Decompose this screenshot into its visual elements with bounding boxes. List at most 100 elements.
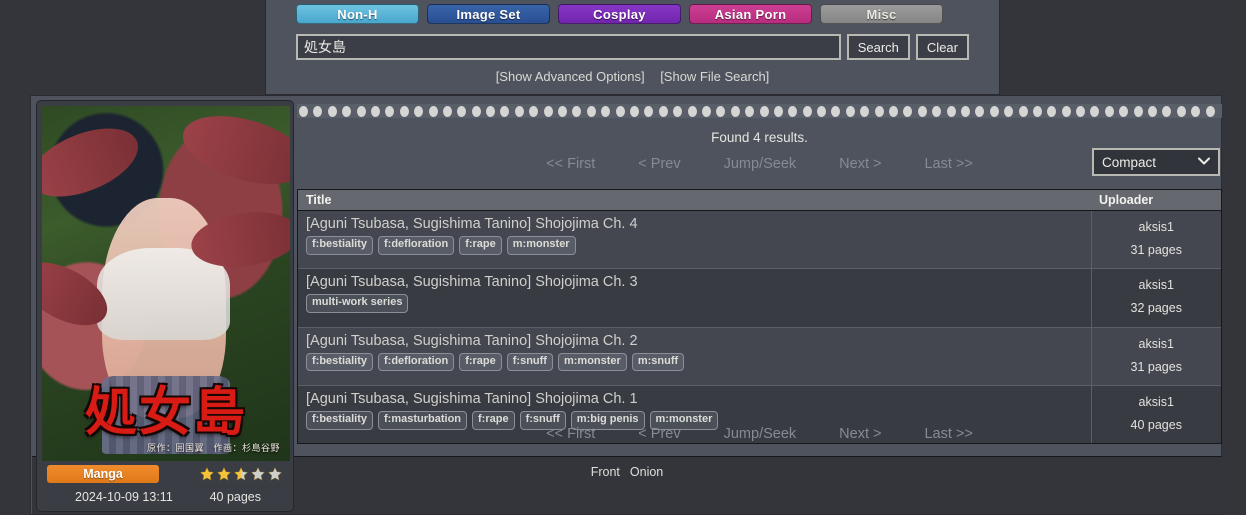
gallery-title-link[interactable]: [Aguni Tsubasa, Sugishima Tanino] Shojoj…: [306, 216, 1083, 232]
uploader-link[interactable]: aksis1: [1100, 333, 1214, 356]
star-icon[interactable]: [216, 466, 232, 482]
decorative-dot: [1018, 105, 1028, 117]
decorative-dot: [759, 105, 769, 117]
tag-list: f:bestiality f:defloration f:rape f:snuff m:…: [306, 352, 1083, 372]
star-icon[interactable]: [233, 466, 249, 482]
decorative-dot: [442, 105, 452, 117]
decorative-dot: [385, 105, 395, 117]
show-advanced-options-link[interactable]: [Show Advanced Options]: [496, 69, 645, 84]
search-button[interactable]: Search: [846, 34, 910, 60]
page-jump-top[interactable]: Jump/Seek: [724, 156, 797, 172]
gallery-title-link[interactable]: [Aguni Tsubasa, Sugishima Tanino] Shojoj…: [306, 333, 1083, 349]
footer-link[interactable]: Onion: [630, 465, 663, 479]
category-button-non-h[interactable]: Non-H: [296, 4, 419, 24]
decorative-dot: [716, 105, 726, 117]
table-row[interactable]: [Aguni Tsubasa, Sugishima Tanino] Shojoj…: [298, 268, 1221, 327]
decorative-dot: [370, 105, 380, 117]
category-button-asian-porn[interactable]: Asian Porn: [689, 4, 812, 24]
decorative-dot: [356, 105, 366, 117]
page-next-top[interactable]: Next >: [839, 156, 881, 172]
decorative-dot: [773, 105, 783, 117]
page-count-label: 40 pages: [209, 490, 261, 504]
chevron-down-icon: [1198, 156, 1210, 168]
footer-link[interactable]: Front: [591, 465, 620, 479]
page-jump-bottom[interactable]: Jump/Seek: [724, 426, 797, 442]
category-button-row: Non-H Image Set Cosplay Asian Porn Misc: [266, 0, 999, 24]
category-button-misc[interactable]: Misc: [820, 4, 943, 24]
table-row[interactable]: [Aguni Tsubasa, Sugishima Tanino] Shojoj…: [298, 326, 1221, 386]
decorative-dot: [1061, 105, 1071, 117]
category-button-cosplay[interactable]: Cosplay: [558, 4, 681, 24]
decorative-dot: [673, 105, 683, 117]
cover-credit-text: 原作：囲国翼 作画：杉島谷野: [146, 444, 280, 454]
page-first-bottom[interactable]: << First: [546, 426, 595, 442]
decorative-dot: [917, 105, 927, 117]
cell-uploader: aksis1 32 pages: [1090, 268, 1221, 327]
tag-pill[interactable]: m:monster: [506, 236, 576, 255]
decorative-dot: [701, 105, 711, 117]
page-first-top[interactable]: << First: [546, 156, 595, 172]
gallery-title-link[interactable]: [Aguni Tsubasa, Sugishima Tanino] Shojoj…: [306, 391, 1083, 407]
upload-date: 2024-10-09 13:11: [75, 490, 173, 504]
column-header-title[interactable]: Title: [298, 190, 1091, 211]
row-page-count: 32 pages: [1130, 301, 1182, 316]
gallery-preview-card[interactable]: 処女島 原作：囲国翼 作画：杉島谷野 Manga 2024-10-09 13:1…: [36, 100, 294, 512]
decorative-dot: [428, 105, 438, 117]
decorative-dot: [831, 105, 841, 117]
tag-pill[interactable]: m:snuff: [631, 352, 685, 372]
show-file-search-link[interactable]: [Show File Search]: [660, 69, 769, 84]
decorative-dot: [845, 105, 855, 117]
decorative-dot: [989, 105, 999, 117]
uploader-link[interactable]: aksis1: [1100, 391, 1214, 414]
tag-pill[interactable]: f:rape: [459, 352, 502, 372]
decorative-dot: [658, 105, 668, 117]
decorative-dot: [457, 105, 467, 117]
tag-pill[interactable]: multi-work series: [306, 294, 409, 313]
page-prev-bottom[interactable]: < Prev: [638, 426, 680, 442]
star-icon[interactable]: [199, 466, 215, 482]
decorative-dot: [586, 105, 596, 117]
page-last-bottom[interactable]: Last >>: [924, 426, 972, 442]
uploader-link[interactable]: aksis1: [1100, 274, 1214, 297]
column-header-uploader[interactable]: Uploader: [1091, 190, 1221, 211]
decorative-dot: [414, 105, 424, 117]
category-badge: Manga: [47, 465, 159, 483]
star-icon[interactable]: [250, 466, 266, 482]
results-header: Found 4 results. << First < Prev Jump/Se…: [297, 124, 1222, 172]
tag-list: f:bestiality f:defloration f:rape m:monster: [306, 236, 1083, 255]
view-mode-select[interactable]: Compact: [1092, 148, 1220, 176]
results-table-wrapper: Title Uploader [Aguni Tsubasa, Sugishima…: [297, 189, 1222, 444]
cover-art-shape: [42, 115, 148, 211]
table-header-row: Title Uploader: [298, 190, 1221, 211]
decorative-dot: [745, 105, 755, 117]
tag-pill[interactable]: f:defloration: [378, 236, 455, 255]
tag-pill[interactable]: f:defloration: [378, 352, 455, 372]
decorative-dot: [629, 105, 639, 117]
decorative-dot: [960, 105, 970, 117]
decorative-dot-bar: [297, 104, 1222, 118]
search-input[interactable]: [296, 34, 841, 60]
results-table: Title Uploader [Aguni Tsubasa, Sugishima…: [298, 190, 1221, 443]
gallery-title-link[interactable]: [Aguni Tsubasa, Sugishima Tanino] Shojoj…: [306, 274, 1083, 290]
rating-stars[interactable]: [199, 466, 283, 482]
decorative-dot: [529, 105, 539, 117]
tag-pill[interactable]: f:rape: [459, 236, 502, 255]
decorative-dot: [1032, 105, 1042, 117]
search-row: Search Clear: [266, 24, 999, 60]
decorative-dot: [558, 105, 568, 117]
page-prev-top[interactable]: < Prev: [638, 156, 680, 172]
tag-pill[interactable]: f:snuff: [506, 352, 553, 372]
star-icon[interactable]: [267, 466, 283, 482]
table-row[interactable]: [Aguni Tsubasa, Sugishima Tanino] Shojoj…: [298, 209, 1221, 269]
tag-pill[interactable]: f:bestiality: [306, 236, 374, 255]
page-next-bottom[interactable]: Next >: [839, 426, 881, 442]
page-last-top[interactable]: Last >>: [924, 156, 972, 172]
decorative-dot: [1119, 105, 1129, 117]
tag-pill[interactable]: f:bestiality: [306, 352, 374, 372]
tag-pill[interactable]: m:monster: [557, 352, 627, 372]
category-button-image-set[interactable]: Image Set: [427, 4, 550, 24]
clear-button[interactable]: Clear: [915, 34, 969, 60]
decorative-dot: [1104, 105, 1114, 117]
decorative-dot: [644, 105, 654, 117]
uploader-link[interactable]: aksis1: [1100, 216, 1214, 239]
